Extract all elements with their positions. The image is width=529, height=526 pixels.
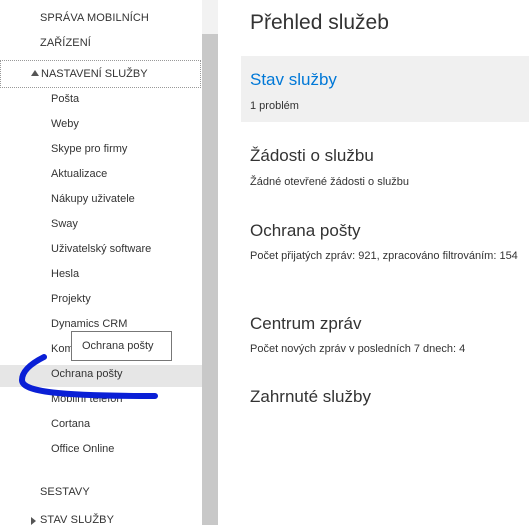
- sidebar-item-software[interactable]: Uživatelský software: [0, 240, 202, 262]
- nav-section-mobile-devices[interactable]: SPRÁVA MOBILNÍCH: [40, 12, 149, 24]
- sidebar-item-label: Aktualizace: [51, 168, 108, 180]
- sidebar-item-label: Cortana: [51, 418, 91, 430]
- sidebar-item-label: Hesla: [51, 268, 80, 280]
- sidebar-item-label: Nákupy uživatele: [51, 193, 135, 205]
- sidebar-item-label: Office Online: [51, 443, 115, 455]
- sidebar-item-label: Projekty: [51, 293, 91, 305]
- nav-section-devices[interactable]: ZAŘÍZENÍ: [40, 37, 91, 49]
- nav-section-label: NASTAVENÍ SLUŽBY: [41, 68, 148, 80]
- sidebar-item-cortana[interactable]: Cortana: [0, 415, 202, 437]
- sidebar-item-sway[interactable]: Sway: [0, 215, 202, 237]
- tile-text-message-center: Počet nových zpráv v posledních 7 dnech:…: [250, 343, 466, 355]
- sidebar-item-hesla[interactable]: Hesla: [0, 265, 202, 287]
- sidebar: SPRÁVA MOBILNÍCH ZAŘÍZENÍ NASTAVENÍ SLUŽ…: [0, 0, 202, 526]
- tile-text-service-health: 1 problém: [250, 100, 299, 112]
- sidebar-item-label: Sway: [51, 218, 78, 230]
- scrollbar-thumb[interactable]: [202, 34, 218, 525]
- annotation-stroke: [19, 354, 158, 399]
- sidebar-item-office-online[interactable]: Office Online: [0, 440, 202, 462]
- sidebar-item-projekty[interactable]: Projekty: [0, 290, 202, 312]
- nav-section-service-settings[interactable]: NASTAVENÍ SLUŽBY: [0, 60, 201, 88]
- tile-text-service-requests: Žádné otevřené žádosti o službu: [250, 176, 409, 188]
- tile-title-message-center[interactable]: Centrum zpráv: [250, 314, 361, 334]
- triangle-up-icon: [31, 70, 39, 76]
- tile-title-mail-protection[interactable]: Ochrana pošty: [250, 221, 361, 241]
- sidebar-item-label: Dynamics CRM: [51, 318, 128, 330]
- tile-title-included-services[interactable]: Zahrnuté služby: [250, 387, 371, 407]
- tile-text-mail-protection: Počet přijatých zpráv: 921, zpracováno f…: [250, 250, 518, 262]
- triangle-right-icon: [31, 517, 36, 525]
- sidebar-item-label: Pošta: [51, 93, 80, 105]
- page-title: Přehled služeb: [250, 11, 389, 34]
- sidebar-item-label: Weby: [51, 118, 79, 130]
- tile-title-service-requests[interactable]: Žádosti o službu: [250, 146, 374, 166]
- sidebar-item-weby[interactable]: Weby: [0, 115, 202, 137]
- tile-title-service-health[interactable]: Stav služby: [250, 70, 337, 90]
- sidebar-item-aktualizace[interactable]: Aktualizace: [0, 165, 202, 187]
- nav-section-reports[interactable]: SESTAVY: [40, 486, 90, 498]
- sidebar-item-skype[interactable]: Skype pro firmy: [0, 140, 202, 162]
- annotation-scribble: [19, 354, 158, 399]
- sidebar-item-label: Skype pro firmy: [51, 143, 128, 155]
- sidebar-item-posta[interactable]: Pošta: [0, 90, 202, 112]
- sidebar-item-nakupy[interactable]: Nákupy uživatele: [0, 190, 202, 212]
- sidebar-item-label: Uživatelský software: [51, 243, 152, 255]
- nav-section-service-health[interactable]: STAV SLUŽBY: [40, 514, 114, 526]
